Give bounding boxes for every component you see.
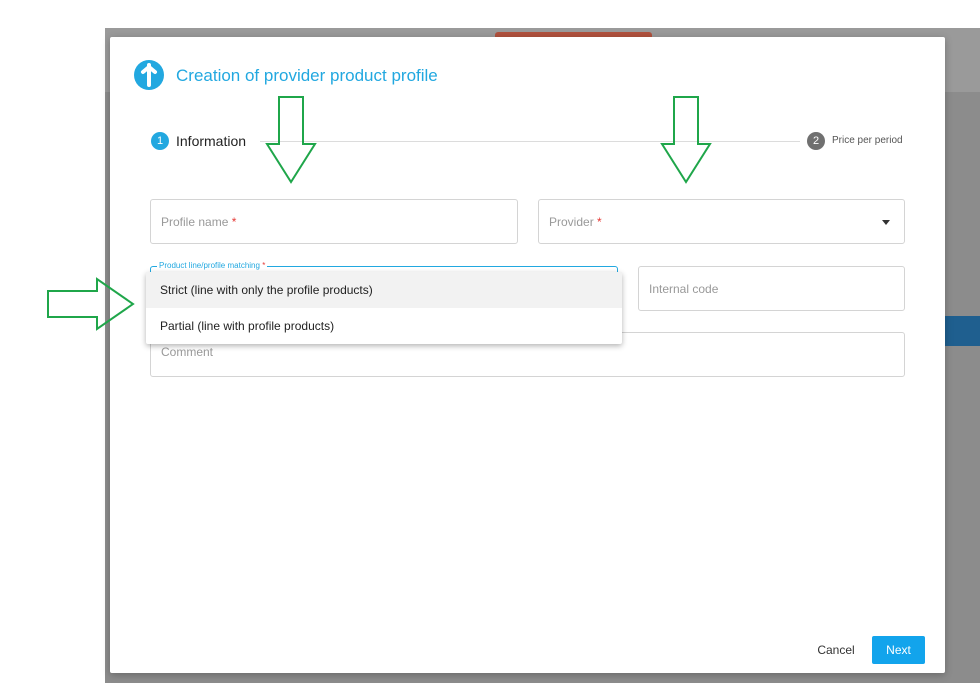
- dropdown-option-strict[interactable]: Strict (line with only the profile produ…: [146, 272, 622, 308]
- matching-dropdown-menu: Strict (line with only the profile produ…: [146, 272, 622, 344]
- dialog-header: [134, 57, 164, 93]
- matching-floating-label: Product line/profile matching *: [157, 261, 268, 270]
- comment-placeholder: Comment: [161, 345, 214, 359]
- profile-name-field[interactable]: Profile name *: [150, 199, 518, 244]
- profile-name-placeholder: Profile name *: [161, 214, 237, 229]
- caret-down-icon: [882, 220, 890, 225]
- step-2-badge: 2: [807, 132, 825, 150]
- step-1-label: Information: [176, 133, 247, 149]
- arrow-down-icon: [660, 96, 712, 184]
- cancel-button[interactable]: Cancel: [809, 636, 863, 664]
- app-logo-icon: [134, 60, 164, 90]
- next-button[interactable]: Next: [872, 636, 925, 664]
- step-2-label: Price per period: [832, 135, 903, 146]
- internal-code-placeholder: Internal code: [649, 281, 719, 296]
- internal-code-field[interactable]: Internal code: [638, 266, 905, 311]
- arrow-down-icon: [265, 96, 317, 184]
- step-1-badge: 1: [151, 132, 169, 150]
- provider-select[interactable]: Provider *: [538, 199, 905, 244]
- stepper-connector: [260, 141, 800, 142]
- background-blue-block: [945, 316, 980, 346]
- provider-placeholder: Provider *: [549, 214, 602, 229]
- dropdown-option-partial[interactable]: Partial (line with profile products): [146, 308, 622, 344]
- arrow-right-icon: [47, 277, 135, 331]
- create-profile-dialog: Creation of provider product profile 1 I…: [110, 37, 945, 673]
- dialog-title: Creation of provider product profile: [176, 66, 438, 85]
